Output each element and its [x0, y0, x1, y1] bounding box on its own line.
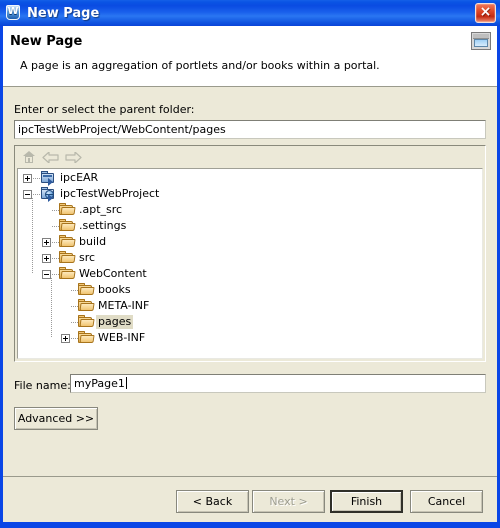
tree-node[interactable]: books [18, 282, 482, 298]
new-page-wizard-icon [471, 32, 491, 50]
tree-connector [71, 338, 78, 339]
folder-icon [78, 299, 95, 313]
tree-node-label: books [98, 283, 131, 296]
folder-icon [78, 331, 95, 345]
page-description: A page is an aggregation of portlets and… [20, 59, 380, 72]
folder-icon [78, 315, 95, 329]
dialog-button-bar: < Back Next > Finish Cancel [0, 477, 500, 522]
tree-node[interactable]: .apt_src [18, 202, 482, 218]
project-icon [40, 171, 56, 186]
back-button[interactable]: < Back [176, 490, 249, 513]
tree-connector [52, 258, 59, 259]
tree-connector [52, 274, 59, 275]
folder-icon [59, 219, 76, 233]
forward-arrow-icon [64, 152, 82, 163]
home-icon [22, 150, 36, 164]
expand-icon[interactable] [42, 238, 51, 247]
collapse-icon[interactable] [42, 270, 51, 279]
tree-node[interactable]: src [18, 250, 482, 266]
folder-tree[interactable]: ipcEAR ipcTestWebProject .apt_src .settings… [17, 168, 483, 359]
workshop-w-icon: W [5, 5, 21, 21]
folder-icon [59, 203, 76, 217]
tree-node-label: ipcEAR [60, 171, 99, 184]
parent-folder-input[interactable]: ipcTestWebProject/WebContent/pages [14, 120, 486, 139]
web-project-icon [40, 187, 56, 202]
tree-connector [32, 198, 33, 274]
tree-node-label: WEB-INF [98, 331, 146, 344]
tree-node-label: META-INF [98, 299, 150, 312]
file-name-input[interactable]: myPage1 [70, 374, 486, 393]
dialog-body: Enter or select the parent folder: ipcTe… [3, 87, 497, 522]
tree-connector [52, 226, 59, 227]
folder-tree-panel: ipcEAR ipcTestWebProject .apt_src .settings… [14, 145, 486, 362]
tree-node[interactable]: ipcTestWebProject [18, 186, 482, 202]
tree-node[interactable]: .settings [18, 218, 482, 234]
window-title: New Page [27, 5, 100, 21]
tree-node[interactable]: META-INF [18, 298, 482, 314]
folder-icon [78, 283, 95, 297]
tree-node-label: src [79, 251, 96, 264]
expand-icon[interactable] [42, 254, 51, 263]
tree-connector [33, 194, 40, 195]
parent-folder-label: Enter or select the parent folder: [14, 103, 195, 116]
tree-node-label: .apt_src [79, 203, 123, 216]
close-icon: × [479, 4, 492, 20]
expand-icon[interactable] [23, 174, 32, 183]
tree-connector [71, 322, 78, 323]
title-bar: W New Page × [0, 0, 500, 26]
new-page-dialog: W New Page × New Page A page is an aggre… [0, 0, 500, 528]
tree-connector [52, 242, 59, 243]
advanced-button[interactable]: Advanced >> [14, 407, 98, 430]
tree-node[interactable]: WEB-INF [18, 330, 482, 346]
tree-node[interactable]: build [18, 234, 482, 250]
next-button: Next > [252, 490, 325, 513]
tree-connector [71, 306, 78, 307]
tree-connector [33, 178, 40, 179]
tree-connector [52, 210, 59, 211]
tree-node[interactable]: pages [18, 314, 482, 330]
tree-node-label: WebContent [79, 267, 147, 280]
folder-icon [59, 235, 76, 249]
close-button[interactable]: × [475, 3, 496, 23]
home-button[interactable] [18, 147, 40, 167]
tree-node-label: pages [96, 315, 134, 329]
back-arrow-icon [42, 152, 60, 163]
tree-node-label: ipcTestWebProject [60, 187, 160, 200]
expand-icon[interactable] [61, 334, 70, 343]
tree-node-label: build [79, 235, 107, 248]
back-button[interactable] [40, 147, 62, 167]
collapse-icon[interactable] [23, 190, 32, 199]
tree-node-label: .settings [79, 219, 127, 232]
forward-button[interactable] [62, 147, 84, 167]
folder-icon [59, 251, 76, 265]
page-title: New Page [10, 34, 83, 49]
tree-node[interactable]: WebContent [18, 266, 482, 282]
file-name-label: File name: [14, 379, 71, 392]
folder-icon [59, 267, 76, 281]
tree-connector [51, 278, 52, 338]
tree-connector [71, 290, 78, 291]
tree-toolbar [15, 146, 485, 168]
cancel-button[interactable]: Cancel [410, 490, 483, 513]
file-name-value: myPage1 [74, 377, 125, 390]
finish-button[interactable]: Finish [330, 490, 403, 513]
tree-node[interactable]: ipcEAR [18, 170, 482, 186]
text-caret [125, 377, 127, 389]
wizard-header: New Page A page is an aggregation of por… [3, 26, 497, 87]
